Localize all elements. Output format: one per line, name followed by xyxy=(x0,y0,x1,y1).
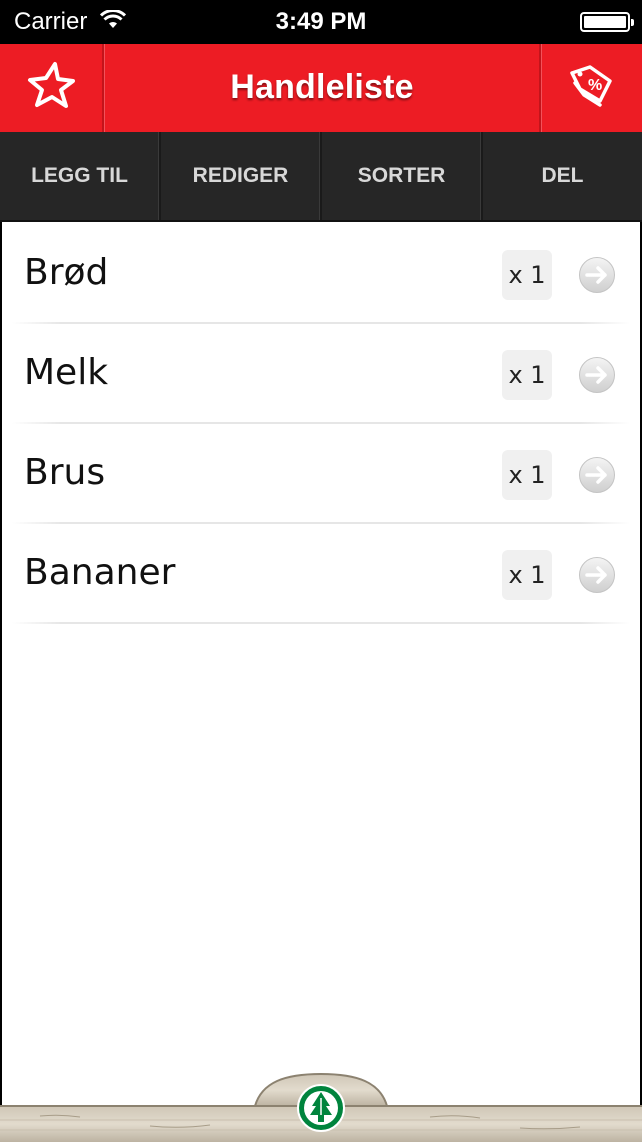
item-name: Brød xyxy=(24,252,109,293)
status-bar: Carrier 3:49 PM xyxy=(0,0,642,44)
quantity-badge[interactable]: x 1 xyxy=(502,250,552,300)
item-name: Bananer xyxy=(24,552,176,593)
spar-tree-logo[interactable] xyxy=(297,1084,345,1132)
list-item[interactable]: Bananer x 1 xyxy=(0,524,642,624)
list-item[interactable]: Brød x 1 xyxy=(0,224,642,324)
arrow-right-icon[interactable] xyxy=(578,456,616,494)
page-title: Handleliste xyxy=(230,68,414,106)
arrow-right-icon[interactable] xyxy=(578,556,616,594)
add-button[interactable]: LEGG TIL xyxy=(0,132,161,220)
edit-button[interactable]: REDIGER xyxy=(161,132,322,220)
item-name: Melk xyxy=(24,352,109,393)
bottom-bar xyxy=(0,1072,642,1142)
battery-icon xyxy=(580,12,634,32)
row-divider xyxy=(12,622,630,624)
shopping-list: Brød x 1 Melk x 1 Brus x 1 Bananer x 1 xyxy=(0,224,642,624)
list-item[interactable]: Brus x 1 xyxy=(0,424,642,524)
action-toolbar: LEGG TIL REDIGER SORTER DEL xyxy=(0,132,642,222)
arrow-right-icon[interactable] xyxy=(578,256,616,294)
sort-button[interactable]: SORTER xyxy=(322,132,483,220)
quantity-badge[interactable]: x 1 xyxy=(502,450,552,500)
arrow-right-icon[interactable] xyxy=(578,356,616,394)
quantity-badge[interactable]: x 1 xyxy=(502,350,552,400)
list-item[interactable]: Melk x 1 xyxy=(0,324,642,424)
price-tag-percent-icon: % xyxy=(566,63,616,114)
status-time: 3:49 PM xyxy=(275,8,367,35)
item-name: Brus xyxy=(24,452,106,493)
header-bar: Handleliste % xyxy=(0,44,642,132)
favorites-button[interactable] xyxy=(0,44,102,132)
quantity-badge[interactable]: x 1 xyxy=(502,550,552,600)
share-button[interactable]: DEL xyxy=(483,132,642,220)
offers-button[interactable]: % xyxy=(540,44,642,132)
svg-text:%: % xyxy=(588,77,602,94)
star-icon xyxy=(25,60,77,117)
